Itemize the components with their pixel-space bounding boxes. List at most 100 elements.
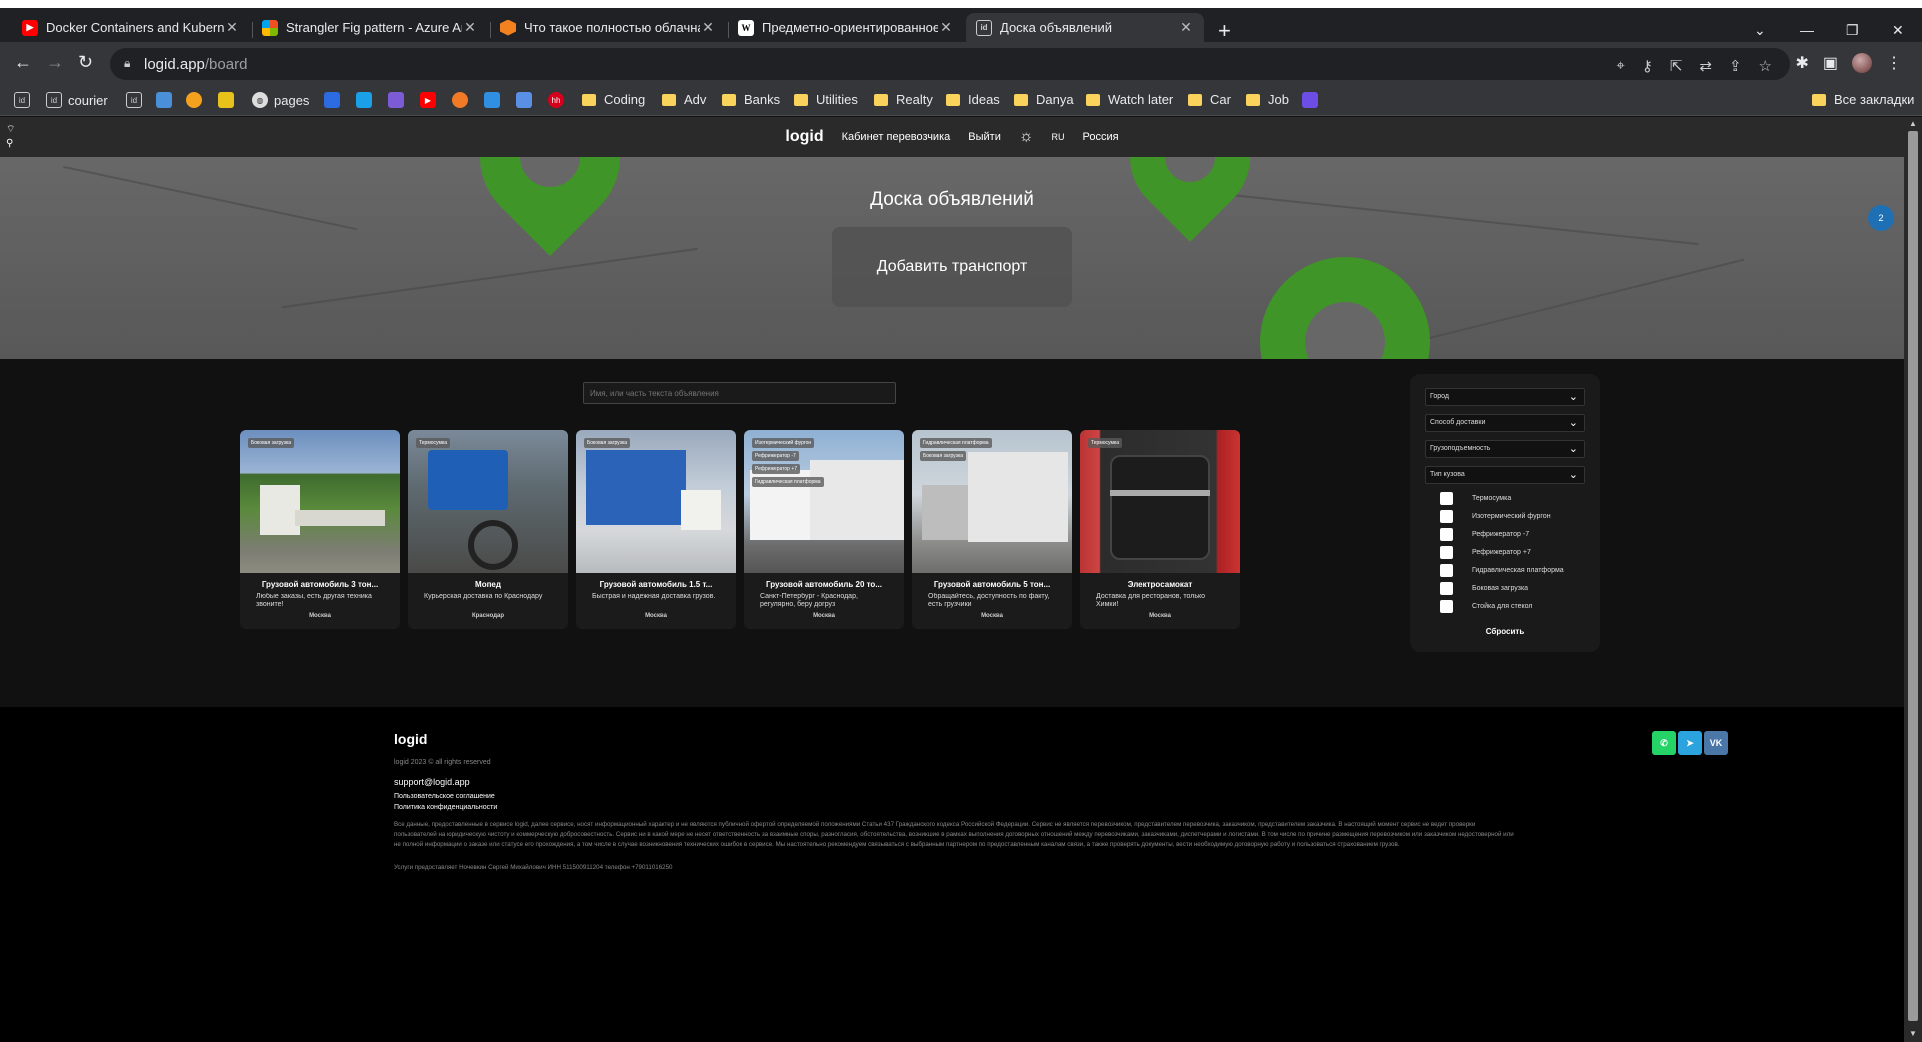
scrollbar-thumb[interactable]	[1908, 131, 1918, 1021]
checkbox[interactable]	[1440, 582, 1453, 595]
listing-card[interactable]: Боковая загрузка Грузовой автомобиль 3 т…	[240, 430, 400, 629]
tab-1[interactable]: ▶ Docker Containers and Kuberne ✕	[12, 13, 250, 42]
checkbox[interactable]	[1440, 546, 1453, 559]
lock-icon[interactable]: 🔒︎	[124, 56, 130, 71]
bookmark-folder-job[interactable]: Job	[1246, 92, 1289, 107]
menu-kebab-icon[interactable]: ⋮	[1886, 53, 1902, 73]
scroll-down-icon[interactable]: ▼	[1909, 1029, 1917, 1038]
close-icon[interactable]: ✕	[462, 19, 478, 36]
body-type-option[interactable]: Изотермический фургон	[1440, 510, 1551, 523]
whatsapp-icon[interactable]: ✆	[1652, 731, 1676, 755]
listing-card[interactable]: Гидравлическая платформа Боковая загрузк…	[912, 430, 1072, 629]
checkbox[interactable]	[1440, 564, 1453, 577]
capacity-select[interactable]: Грузоподъемность ⌄	[1425, 440, 1585, 458]
bookmark-folder-banks[interactable]: Banks	[722, 92, 780, 107]
listing-card[interactable]: Термосумка Электросамокат Доставка для р…	[1080, 430, 1240, 629]
tab-3[interactable]: Что такое полностью облачна ✕	[490, 13, 726, 42]
body-type-option[interactable]: Боковая загрузка	[1440, 582, 1528, 595]
bookmark-site[interactable]	[388, 92, 410, 108]
close-icon[interactable]: ✕	[224, 19, 240, 36]
bookmark-site[interactable]	[1302, 92, 1324, 108]
bookmark-site[interactable]	[484, 92, 506, 108]
extensions-puzzle-icon[interactable]: ✱	[1795, 53, 1808, 73]
checkbox[interactable]	[1440, 600, 1453, 613]
listing-card[interactable]: Термосумка Мопед Курьерская доставка по …	[408, 430, 568, 629]
back-icon[interactable]: ←	[14, 52, 32, 73]
bookmark-site[interactable]	[516, 92, 538, 108]
close-window-icon[interactable]: ✕	[1892, 22, 1904, 39]
checkbox[interactable]	[1440, 510, 1453, 523]
terms-link[interactable]: Пользовательское соглашение	[394, 793, 495, 800]
country-select[interactable]: Россия	[1083, 131, 1119, 143]
add-transport-button[interactable]: Добавить транспорт	[832, 227, 1072, 307]
bookmark-site[interactable]	[452, 92, 474, 108]
bookmark-folder-coding[interactable]: Coding	[582, 92, 645, 107]
bookmark-folder-adv[interactable]: Adv	[662, 92, 706, 107]
reload-icon[interactable]: ↻	[78, 52, 93, 73]
address-bar[interactable]: 🔒︎ logid.app/board	[110, 48, 1790, 80]
open-in-app-icon[interactable]: ⇱	[1670, 57, 1683, 75]
bookmark-hh[interactable]: hh	[548, 92, 570, 108]
bookmark-logid[interactable]: id	[14, 92, 36, 108]
tab-5-active[interactable]: id Доска объявлений ✕	[966, 13, 1204, 42]
reset-filters-button[interactable]: Сбросить	[1410, 627, 1600, 636]
bookmark-site[interactable]	[324, 92, 346, 108]
bookmark-logid-2[interactable]: id	[126, 92, 148, 108]
bookmark-site[interactable]	[356, 92, 378, 108]
support-email-link[interactable]: support@logid.app	[394, 777, 470, 787]
body-type-option[interactable]: Стойка для стекол	[1440, 600, 1532, 613]
scroll-up-icon[interactable]: ▲	[1909, 119, 1917, 128]
wifi-icon[interactable]: ⌔	[6, 123, 15, 137]
theme-sun-icon[interactable]: ☼	[1019, 128, 1034, 146]
close-icon[interactable]: ✕	[1178, 19, 1194, 36]
privacy-link[interactable]: Политика конфиденциальности	[394, 804, 497, 811]
bookmark-folder-ideas[interactable]: Ideas	[946, 92, 1000, 107]
search-input[interactable]	[583, 382, 896, 404]
bookmark-star-icon[interactable]: ☆	[1759, 57, 1772, 75]
key-icon[interactable]: ⚷	[1642, 57, 1653, 75]
location-icon[interactable]: ⌖	[1616, 57, 1624, 75]
language-switch[interactable]: RU	[1052, 132, 1065, 142]
all-bookmarks-folder[interactable]: Все закладки	[1812, 92, 1914, 107]
translate-icon[interactable]: ⇄	[1699, 57, 1712, 75]
delivery-method-select[interactable]: Способ доставки ⌄	[1425, 414, 1585, 432]
location-pin-icon[interactable]: ⚲	[6, 137, 15, 151]
tab-2[interactable]: Strangler Fig pattern - Azure Arc ✕	[252, 13, 488, 42]
page-scrollbar[interactable]: ▲ ▼	[1904, 117, 1922, 1042]
bookmark-youtube[interactable]: ▶	[420, 92, 442, 108]
forward-icon[interactable]: →	[46, 52, 64, 73]
bookmark-site[interactable]	[218, 92, 240, 108]
profile-avatar[interactable]	[1852, 53, 1872, 73]
close-icon[interactable]: ✕	[700, 19, 716, 36]
city-select[interactable]: Город ⌄	[1425, 388, 1585, 406]
bookmark-site[interactable]	[186, 92, 208, 108]
listing-card[interactable]: Изотермический фургон Рефрижератор -7 Ре…	[744, 430, 904, 629]
bookmark-folder-realty[interactable]: Realty	[874, 92, 933, 107]
bookmark-courier[interactable]: id courier	[46, 92, 108, 108]
logout-link[interactable]: Выйти	[968, 131, 1001, 143]
tab-search-icon[interactable]: ⌄	[1754, 22, 1766, 39]
notification-badge[interactable]: 2	[1868, 205, 1894, 231]
checkbox[interactable]	[1440, 528, 1453, 541]
bookmark-pages[interactable]: ◍ pages	[252, 92, 309, 108]
bookmark-site[interactable]	[156, 92, 178, 108]
body-type-select[interactable]: Тип кузова ⌄	[1425, 466, 1585, 484]
new-tab-icon[interactable]: +	[1218, 20, 1231, 42]
checkbox[interactable]	[1440, 492, 1453, 505]
body-type-option[interactable]: Рефрижератор -7	[1440, 528, 1529, 541]
carrier-cabinet-link[interactable]: Кабинет перевозчика	[842, 131, 951, 143]
share-icon[interactable]: ⇪	[1729, 57, 1742, 75]
close-icon[interactable]: ✕	[938, 19, 954, 36]
body-type-option[interactable]: Гидравлическая платформа	[1440, 564, 1564, 577]
bookmark-folder-car[interactable]: Car	[1188, 92, 1231, 107]
telegram-icon[interactable]: ➤	[1678, 731, 1702, 755]
vk-icon[interactable]: VK	[1704, 731, 1728, 755]
bookmark-folder-utilities[interactable]: Utilities	[794, 92, 858, 107]
body-type-option[interactable]: Рефрижератор +7	[1440, 546, 1531, 559]
minimize-icon[interactable]: —	[1800, 22, 1814, 38]
restore-icon[interactable]: ❐	[1846, 22, 1859, 39]
tab-4[interactable]: W Предметно-ориентированное ✕	[728, 13, 964, 42]
body-type-option[interactable]: Термосумка	[1440, 492, 1511, 505]
side-panel-icon[interactable]: ▣	[1823, 53, 1838, 73]
listing-card[interactable]: Боковая загрузка Грузовой автомобиль 1.5…	[576, 430, 736, 629]
